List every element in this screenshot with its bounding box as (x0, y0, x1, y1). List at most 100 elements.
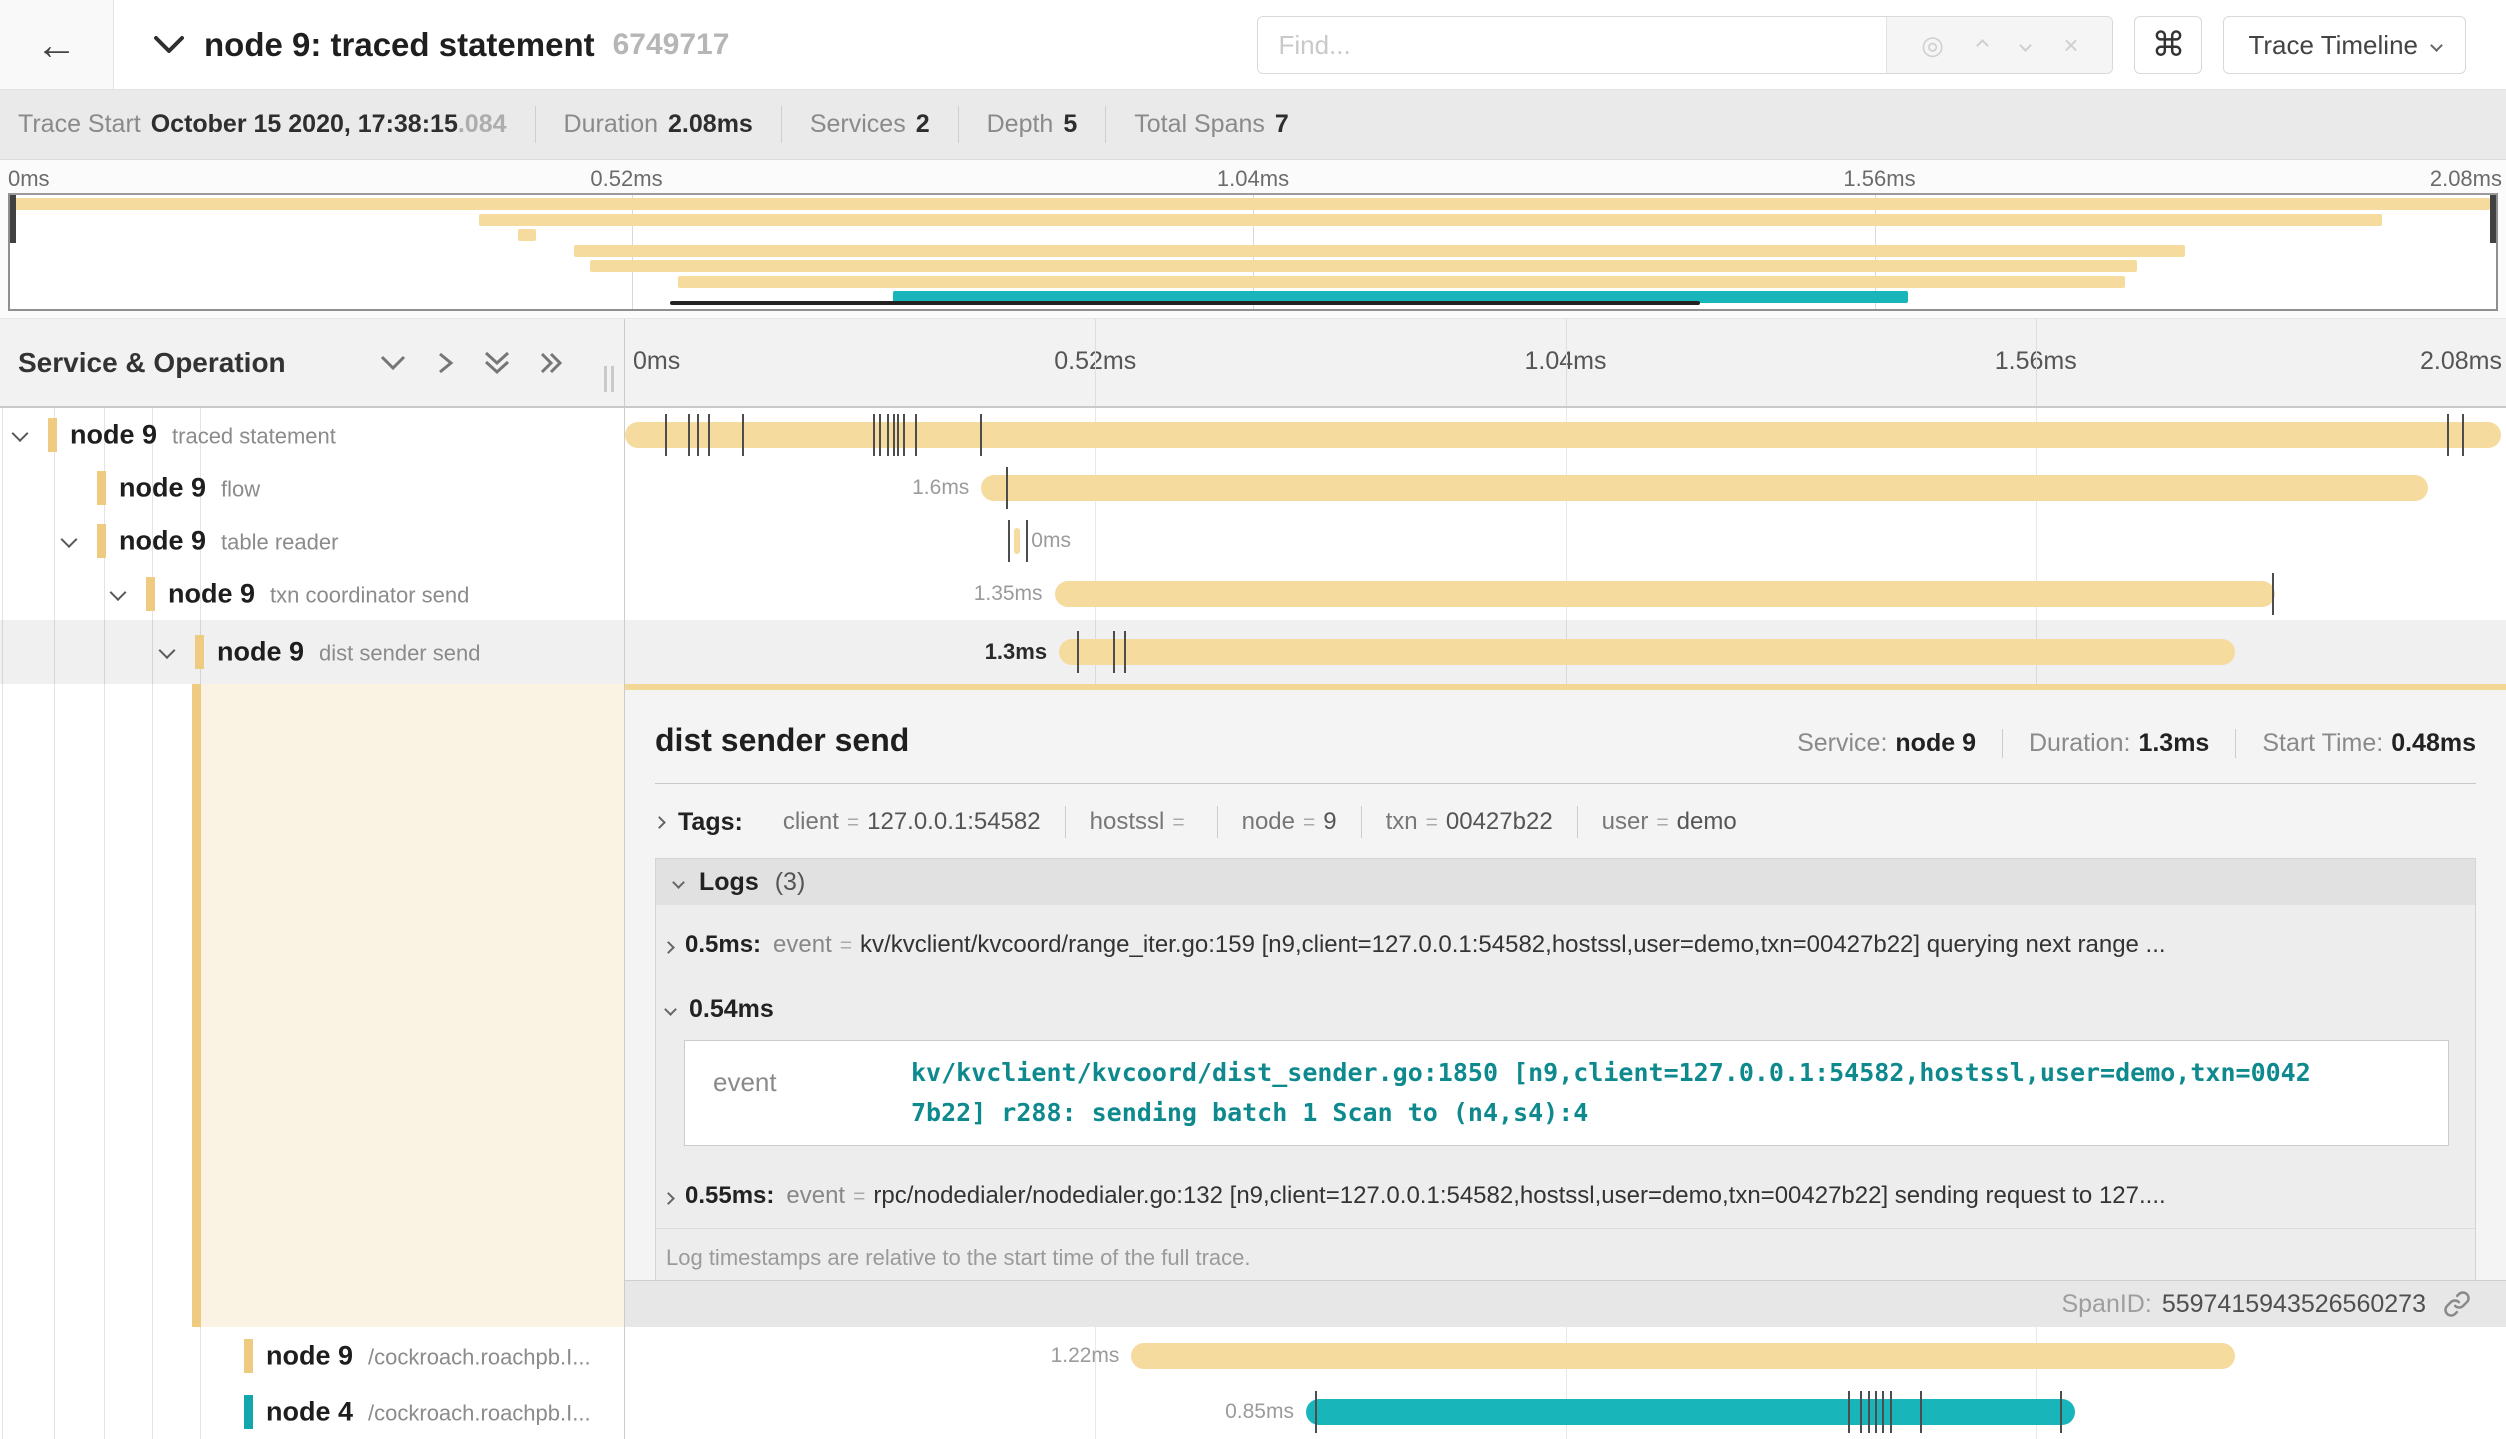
command-icon: ⌘ (2151, 25, 2185, 65)
log-event-tick (1026, 520, 1028, 562)
service-color-bar (146, 577, 155, 611)
minimap-left-drag-handle[interactable] (10, 195, 16, 243)
tags-row[interactable]: Tags: client=127.0.0.1:54582hostssl=node… (655, 806, 2476, 838)
span-duration-bar[interactable] (981, 475, 2428, 501)
span-duration-label: 1.6ms (912, 476, 969, 500)
span-duration-bar[interactable] (1055, 581, 2276, 607)
span-duration-bar[interactable] (1131, 1343, 2234, 1369)
span-name-cell[interactable]: node 9table reader (0, 514, 625, 567)
span-detail-indent-fill (201, 684, 624, 1327)
find-input[interactable] (1258, 17, 1886, 73)
span-detail-panel: dist sender send Service:node 9Duration:… (625, 684, 2506, 1327)
span-row[interactable]: node 9flow 1.6ms (0, 461, 2506, 514)
span-name-cell[interactable]: node 9/cockroach.roachpb.I... (0, 1327, 625, 1384)
axis-tick-label: 0ms (8, 166, 50, 192)
app-header: ← node 9: traced statement 6749717 ◎ × ⌘… (0, 0, 2506, 90)
span-row[interactable]: node 4/cockroach.roachpb.I... 0.85ms (0, 1384, 2506, 1439)
log-event-tick (2462, 414, 2464, 456)
keyboard-shortcuts-button[interactable]: ⌘ (2134, 16, 2202, 74)
span-row[interactable]: node 9/cockroach.roachpb.I... 1.22ms (0, 1327, 2506, 1384)
collapse-trace-chevron-icon[interactable] (152, 34, 186, 56)
log-event-tick (897, 414, 899, 456)
span-detail-row: dist sender send Service:node 9Duration:… (0, 684, 2506, 1327)
axis-tick-label: 1.56ms (1843, 166, 1915, 192)
span-name-cell[interactable]: node 9traced statement (0, 408, 625, 461)
column-resize-grip[interactable] (604, 366, 614, 392)
collapse-all-icon[interactable] (482, 350, 512, 376)
find-clear-icon[interactable]: × (2063, 32, 2078, 58)
find-prev-icon[interactable] (1978, 41, 1987, 50)
span-timeline-cell[interactable]: 1.6ms (625, 461, 2506, 514)
service-name: node 9 (217, 637, 304, 668)
axis-tick-label: 2.08ms (2430, 166, 2502, 192)
span-duration-label: 0ms (1031, 529, 1071, 553)
span-timeline-cell[interactable] (625, 408, 2506, 461)
service-operation-label: Service & Operation (0, 347, 286, 379)
span-timeline-cell[interactable]: 0.85ms (625, 1384, 2506, 1439)
locate-icon[interactable]: ◎ (1921, 32, 1944, 58)
find-icon-strip: ◎ × (1886, 17, 2112, 73)
span-name-cell[interactable]: node 9dist sender send (0, 620, 625, 684)
span-duration-label: 0.85ms (1225, 1400, 1294, 1424)
trace-title-group[interactable]: node 9: traced statement 6749717 (152, 26, 729, 64)
span-duration-label: 1.22ms (1051, 1344, 1120, 1368)
row-collapse-chevron-icon[interactable] (61, 531, 78, 548)
span-row[interactable]: node 9traced statement (0, 408, 2506, 461)
service-color-bar (244, 1395, 253, 1429)
copy-link-icon[interactable] (2442, 1289, 2472, 1319)
span-row[interactable]: node 9table reader 0ms (0, 514, 2506, 567)
span-row[interactable]: node 9txn coordinator send1.35ms (0, 567, 2506, 620)
span-duration-bar[interactable] (625, 422, 2501, 448)
operation-name: txn coordinator send (270, 582, 469, 608)
span-timeline-cell[interactable]: 1.3ms (625, 620, 2506, 684)
row-collapse-chevron-icon[interactable] (110, 584, 127, 601)
span-detail-title: dist sender send (655, 722, 909, 759)
logs-header[interactable]: Logs (3) (656, 859, 2475, 905)
log-row-expanded-header[interactable]: 0.54ms (656, 977, 2475, 1036)
trace-minimap-section: 0ms0.52ms1.04ms1.56ms2.08ms (0, 160, 2506, 318)
tag-item: client=127.0.0.1:54582 (759, 806, 1065, 838)
log-event-tick (665, 414, 667, 456)
find-group: ◎ × (1257, 16, 2113, 74)
axis-tick-label: 0.52ms (590, 166, 662, 192)
span-detail-meta: Service:node 9Duration:1.3msStart Time:0… (1745, 729, 2476, 758)
view-select-label: Trace Timeline (2248, 30, 2418, 61)
summary-item: Duration2.08ms (535, 106, 781, 143)
log-row[interactable]: 0.55ms:event=rpc/nodedialer/nodedialer.g… (656, 1156, 2475, 1228)
operation-name: table reader (221, 529, 338, 555)
row-collapse-chevron-icon[interactable] (12, 425, 29, 442)
span-duration-bar[interactable] (1014, 528, 1020, 554)
row-collapse-chevron-icon[interactable] (159, 642, 176, 659)
service-name: node 9 (266, 1340, 353, 1371)
find-next-icon[interactable] (2021, 41, 2030, 50)
span-timeline-cell[interactable]: 1.22ms (625, 1327, 2506, 1384)
view-select-button[interactable]: Trace Timeline (2223, 16, 2466, 74)
collapse-one-icon[interactable] (378, 352, 408, 374)
back-button[interactable]: ← (0, 0, 114, 89)
trace-minimap[interactable] (8, 193, 2498, 311)
ruler-gridline (2036, 319, 2037, 406)
expand-one-icon[interactable] (432, 350, 458, 376)
span-duration-bar[interactable] (1059, 639, 2235, 665)
span-name-cell[interactable]: node 9flow (0, 461, 625, 514)
expand-all-icon[interactable] (536, 350, 566, 376)
expand-collapse-controls (378, 350, 566, 376)
spanid-label: SpanID: (2061, 1290, 2151, 1319)
trace-summary-bar: Trace StartOctober 15 2020, 17:38:15.084… (0, 90, 2506, 160)
span-timeline-cell[interactable]: 0ms (625, 514, 2506, 567)
span-duration-bar[interactable] (1306, 1399, 2075, 1425)
span-name-cell[interactable]: node 9txn coordinator send (0, 567, 625, 620)
minimap-right-drag-handle[interactable] (2490, 195, 2496, 243)
tag-item: user=demo (1577, 806, 1761, 838)
span-timeline-cell[interactable]: 1.35ms (625, 567, 2506, 620)
span-color-bar (192, 684, 201, 1327)
minimap-scroll-indicator[interactable] (670, 301, 1700, 305)
tags-label: Tags: (678, 808, 743, 837)
span-name-cell[interactable]: node 4/cockroach.roachpb.I... (0, 1384, 625, 1439)
log-row[interactable]: 0.5ms:event=kv/kvclient/kvcoord/range_it… (656, 905, 2475, 977)
logs-body: 0.5ms:event=kv/kvclient/kvcoord/range_it… (656, 905, 2475, 1228)
log-event-tick (688, 414, 690, 456)
service-color-bar (48, 418, 57, 452)
operation-name: /cockroach.roachpb.I... (368, 1400, 591, 1426)
span-row[interactable]: node 9dist sender send1.3ms (0, 620, 2506, 684)
